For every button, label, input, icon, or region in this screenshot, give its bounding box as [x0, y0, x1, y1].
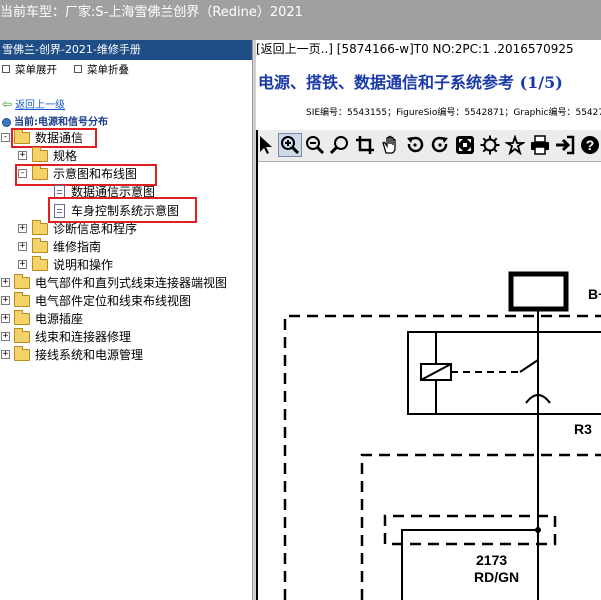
folder-icon — [14, 328, 30, 343]
expand-toggle-icon[interactable]: + — [1, 278, 10, 287]
circuit-number-label: 2173 — [476, 552, 508, 568]
fuse-label: B+ — [588, 286, 601, 302]
menu-collapse-button[interactable]: 菜单折叠 — [74, 61, 129, 79]
relay-contact — [519, 359, 539, 373]
expand-toggle-icon[interactable]: + — [1, 332, 10, 341]
relay-label: R3 — [574, 421, 592, 437]
folder-icon — [32, 147, 48, 162]
output-wire — [401, 529, 538, 600]
document-pane: [返回上一页..] [5874166-w]T0 NO:2PC:1 .201657… — [256, 40, 601, 600]
folder-icon — [32, 220, 48, 235]
schematic-canvas[interactable]: B+ R3 2173 RD/GN — [258, 163, 601, 600]
viewer-toolbar: ? — [258, 130, 601, 162]
wire-color-label: RD/GN — [474, 569, 520, 585]
splice-dot — [535, 527, 541, 533]
vehicle-title: 当前车型：厂家:S-上海雪佛兰创界（Redine）2021 — [0, 5, 303, 20]
manual-header: 雪佛兰-创界-2021-维修手册 — [0, 40, 252, 60]
zoom-out-icon[interactable] — [303, 133, 327, 157]
print-icon[interactable] — [528, 133, 552, 157]
title-bar: 当前车型：厂家:S-上海雪佛兰创界（Redine）2021 — [0, 0, 601, 40]
diagram-viewer: ? B+ R3 2173 — [256, 130, 601, 600]
folder-icon — [14, 274, 30, 289]
export-icon[interactable] — [553, 133, 577, 157]
folder-icon — [32, 256, 48, 271]
collapse-toggle-icon[interactable]: - — [1, 133, 10, 142]
tree-item-label: 接线系统和电源管理 — [35, 348, 144, 362]
sidebar: 雪佛兰-创界-2021-维修手册 菜单展开 菜单折叠 ⇦ 返回上一级 当前:电源和… — [0, 40, 252, 600]
tree-item-connector-views[interactable]: + 电气部件和直列式线束连接器端视图 — [0, 274, 252, 292]
doc-nav-bar[interactable]: [返回上一页..] [5874166-w]T0 NO:2PC:1 .201657… — [256, 40, 574, 57]
expand-toggle-icon[interactable]: + — [18, 151, 27, 160]
tree-item-wiring-power-mgmt[interactable]: + 接线系统和电源管理 — [0, 346, 252, 364]
back-link-row: ⇦ 返回上一级 — [2, 96, 65, 111]
location-pin-icon — [2, 117, 11, 127]
fit-icon[interactable] — [453, 133, 477, 157]
highlight-box — [11, 128, 97, 148]
folder-icon — [14, 346, 30, 361]
tree-item-diagnostics[interactable]: + 诊断信息和程序 — [0, 220, 252, 238]
folder-icon — [14, 310, 30, 325]
collapse-all-icon — [74, 65, 82, 73]
expand-toggle-icon[interactable]: + — [1, 350, 10, 359]
crop-icon[interactable] — [353, 133, 377, 157]
expand-toggle-icon[interactable]: + — [1, 296, 10, 305]
svg-text:?: ? — [586, 137, 595, 153]
help-icon[interactable]: ? — [578, 133, 601, 157]
folder-icon — [32, 238, 48, 253]
tree-item-label: 说明和操作 — [53, 258, 114, 272]
tree-item-descriptions[interactable]: + 说明和操作 — [0, 256, 252, 274]
rotate-ccw-icon[interactable] — [403, 133, 427, 157]
expand-all-icon — [2, 65, 10, 73]
fuse-symbol — [508, 271, 569, 312]
settings-icon[interactable] — [478, 133, 502, 157]
tree-item-locator-views[interactable]: + 电气部件定位和线束布线视图 — [0, 292, 252, 310]
fuse-block-outline — [283, 314, 601, 600]
tree-item-harness-repair[interactable]: + 线束和连接器修理 — [0, 328, 252, 346]
expand-toggle-icon[interactable]: + — [18, 224, 27, 233]
rotate-cw-icon[interactable] — [428, 133, 452, 157]
folder-icon — [14, 292, 30, 307]
tree-item-label: 电气部件定位和线束布线视图 — [35, 294, 192, 308]
magnifier-icon[interactable] — [328, 133, 352, 157]
pointer-icon[interactable] — [256, 133, 278, 157]
document-title: 电源、搭铁、数据通信和子系统参考 (1/5) — [258, 73, 563, 92]
tree-item-specs[interactable]: + 规格 — [0, 147, 252, 165]
schematic-diagram — [283, 271, 601, 600]
document-ids: SIE编号：5543155；FigureSio编号：5542871；Graphi… — [306, 108, 601, 118]
tool-icon[interactable] — [503, 133, 527, 157]
tree-item-label: 规格 — [53, 149, 78, 163]
tree-item-label: 电源插座 — [35, 312, 84, 326]
expand-toggle-icon[interactable]: + — [18, 242, 27, 251]
tree-item-label: 线束和连接器修理 — [35, 330, 132, 344]
back-link[interactable]: 返回上一级 — [15, 100, 65, 111]
tree-item-label: 电气部件和直列式线束连接器端视图 — [35, 276, 228, 290]
expand-toggle-icon[interactable]: + — [18, 260, 27, 269]
tree-item-repair-guide[interactable]: + 维修指南 — [0, 238, 252, 256]
menu-expand-button[interactable]: 菜单展开 — [2, 61, 57, 79]
back-arrow-icon: ⇦ — [2, 97, 13, 111]
tree-item-label: 维修指南 — [53, 240, 102, 254]
tree-item-label: 诊断信息和程序 — [53, 222, 138, 236]
expand-toggle-icon[interactable]: + — [1, 314, 10, 323]
zoom-in-icon[interactable] — [278, 133, 302, 157]
current-location: 当前:电源和信号分布 — [2, 113, 108, 128]
tree-item-power-outlets[interactable]: + 电源插座 — [0, 310, 252, 328]
pan-hand-icon[interactable] — [378, 133, 402, 157]
